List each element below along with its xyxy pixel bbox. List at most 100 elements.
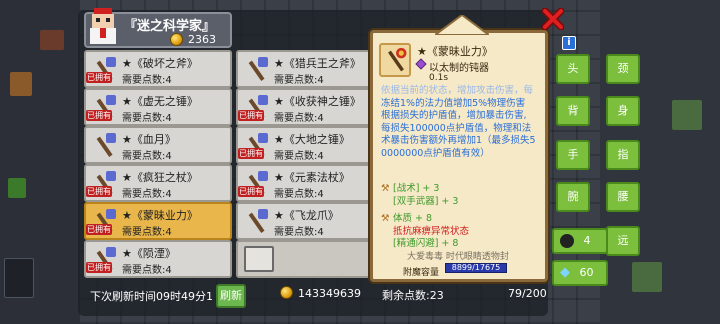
type-gem-icon bbox=[415, 58, 427, 70]
owned-badge: 已拥有 bbox=[86, 186, 112, 197]
background-tile-green bbox=[632, 262, 662, 292]
background-barrel bbox=[10, 72, 32, 96]
description-line: 根据损失的护盾值，增加暴击伤害, bbox=[381, 110, 527, 121]
item-requirement: 需要点数:4 bbox=[122, 113, 172, 124]
item-name: ★《虚无之锤》 bbox=[122, 95, 198, 108]
slot-neck[interactable]: 颈 bbox=[606, 54, 640, 84]
close-icon[interactable] bbox=[542, 8, 564, 30]
gem-count-box[interactable]: ◆ 60 bbox=[552, 260, 608, 286]
owned-badge: 已拥有 bbox=[86, 72, 112, 83]
item-requirement: 需要点数:4 bbox=[122, 265, 172, 276]
refresh-button[interactable]: 刷新 bbox=[216, 284, 246, 308]
item-tooltip: ★《蒙昧业力》 以太制的钝器 0.1s 依据当前的状态，增加攻击伤害，每 冻结1… bbox=[370, 15, 548, 282]
item-card[interactable]: ★《猎兵王之斧》 需要点数:4 bbox=[236, 50, 384, 88]
weapon-icon bbox=[88, 130, 120, 162]
item-card[interactable]: 已拥有 ★《破坏之斧》 需要点数:4 bbox=[84, 50, 232, 88]
slot-head[interactable]: 头 bbox=[556, 54, 590, 84]
item-requirement: 需要点数:4 bbox=[274, 113, 324, 124]
stat-line: 抵抗麻痹异常状态 bbox=[393, 225, 470, 237]
item-requirement: 需要点数:4 bbox=[122, 75, 172, 86]
sword-icon: ⚒ bbox=[381, 213, 390, 224]
empty-item-slot[interactable] bbox=[236, 240, 384, 278]
item-name: ★《猎兵王之斧》 bbox=[274, 57, 361, 70]
item-card[interactable]: 已拥有 ★《虚无之锤》 需要点数:4 bbox=[84, 88, 232, 126]
merchant-title: 『迷之科学家』 bbox=[124, 19, 216, 34]
tooltip-flavor-text: 大爱毒毒 时代眼睛透物封 bbox=[407, 252, 509, 262]
stat-line: ⚒ [战术] + 3 bbox=[381, 183, 440, 194]
description-line: 依据当前的状态，增加攻击伤害，每 bbox=[381, 85, 534, 96]
money-icon bbox=[280, 286, 293, 299]
item-requirement: 需要点数:4 bbox=[274, 189, 324, 200]
owned-badge: 已拥有 bbox=[86, 262, 112, 273]
tooltip-item-name: ★《蒙昧业力》 bbox=[417, 45, 493, 58]
tooltip-item-type: 以太制的钝器 bbox=[429, 63, 489, 74]
slot-hand[interactable]: 手 bbox=[556, 140, 590, 170]
enchant-capacity-value: 8899/17675 bbox=[451, 263, 501, 272]
tooltip-cooldown: 0.1s bbox=[429, 73, 449, 83]
item-name: ★《血月》 bbox=[122, 133, 176, 146]
owned-badge: 已拥有 bbox=[86, 110, 112, 121]
refresh-timer: 下次刷新时间09时49分1 bbox=[90, 290, 213, 303]
enchant-capacity-bar: 8899/17675 bbox=[445, 263, 507, 273]
slot-body[interactable]: 身 bbox=[606, 96, 640, 126]
item-card[interactable]: ★《血月》需要点数:4 bbox=[84, 126, 232, 164]
coin-count: 2363 bbox=[188, 33, 216, 46]
weapon-icon bbox=[240, 54, 272, 86]
capacity-count: 79/200 bbox=[508, 287, 547, 300]
item-requirement: 需要点数:4 bbox=[274, 75, 324, 86]
item-name: ★《元素法杖》 bbox=[274, 171, 350, 184]
gem-count: 60 bbox=[579, 266, 594, 279]
description-line: 冻结1%的法力值增加5%物理伤害 bbox=[381, 97, 526, 109]
description-line: 术暴击伤害额外再增加1（最多损失5 bbox=[381, 135, 536, 146]
owned-badge: 已拥有 bbox=[238, 148, 264, 159]
tooltip-stats: ⚒ [战术] + 3 [双手武器] + 3 ⚒ 体质 + 8 抵抗麻痹异常状态 [精… bbox=[381, 183, 543, 251]
empty-frame-icon bbox=[244, 246, 274, 272]
slot-ranged[interactable]: 远 bbox=[606, 226, 640, 256]
diamond-icon: ◆ bbox=[560, 265, 570, 280]
slot-finger[interactable]: 指 bbox=[606, 140, 640, 170]
owned-badge: 已拥有 bbox=[86, 224, 112, 235]
sword-icon: ⚒ bbox=[381, 183, 390, 194]
background-plant bbox=[8, 178, 26, 198]
enchant-capacity-label: 附魔容量 bbox=[403, 268, 440, 278]
stat-line: [双手武器] + 3 bbox=[393, 195, 459, 207]
owned-badge: 已拥有 bbox=[238, 110, 264, 121]
item-card[interactable]: 已拥有 ★《蒙昧业力》 需要点数:4 bbox=[84, 202, 232, 240]
item-card[interactable]: 已拥有 ★《收获神之锤》 需要点数:4 bbox=[236, 88, 384, 126]
item-requirement: 需要点数:4 bbox=[274, 227, 324, 238]
item-requirement: 需要点数:4 bbox=[122, 189, 172, 200]
item-name: ★《陨湮》 bbox=[122, 247, 176, 260]
coin-icon bbox=[170, 33, 183, 46]
slot-back[interactable]: 背 bbox=[556, 96, 590, 126]
item-name: ★《大地之锤》 bbox=[274, 133, 350, 146]
item-card[interactable]: ★《飞龙爪》 需要点数:4 bbox=[236, 202, 384, 240]
tooltip-description: 依据当前的状态，增加攻击伤害，每 冻结1%的法力值增加5%物理伤害 根据损失的护… bbox=[381, 85, 543, 160]
character-icon bbox=[560, 234, 574, 248]
remaining-points: 剩余点数:23 bbox=[382, 289, 444, 302]
weapon-icon bbox=[240, 206, 272, 238]
item-requirement: 需要点数:4 bbox=[122, 227, 172, 238]
item-card[interactable]: 已拥有 ★《陨湮》需要点数:4 bbox=[84, 240, 232, 278]
character-count-box[interactable]: 4 bbox=[552, 228, 608, 254]
item-card[interactable]: 已拥有 ★《大地之锤》 需要点数:4 bbox=[236, 126, 384, 164]
money-amount: 143349639 bbox=[298, 287, 361, 300]
tooltip-weapon-icon bbox=[379, 43, 411, 77]
info-icon[interactable]: i bbox=[562, 36, 576, 50]
item-card[interactable]: 已拥有 ★《元素法杖》 需要点数:4 bbox=[236, 164, 384, 202]
stat-line: ⚒ 体质 + 8 bbox=[381, 213, 433, 224]
item-name: ★《疯狂之杖》 bbox=[122, 171, 198, 184]
slot-wrist[interactable]: 腕 bbox=[556, 182, 590, 212]
background-tile-green bbox=[672, 100, 702, 130]
slot-waist[interactable]: 腰 bbox=[606, 182, 640, 212]
character-count: 4 bbox=[583, 234, 591, 247]
item-name: ★《蒙昧业力》 bbox=[122, 209, 198, 222]
item-card[interactable]: 已拥有 ★《疯狂之杖》 需要点数:4 bbox=[84, 164, 232, 202]
item-requirement: 需要点数:4 bbox=[274, 151, 324, 162]
item-requirement: 需要点数:4 bbox=[122, 151, 172, 162]
background-crate bbox=[40, 30, 64, 50]
item-name: ★《破坏之斧》 bbox=[122, 57, 198, 70]
scientist-avatar bbox=[90, 8, 116, 44]
item-name: ★《收获神之锤》 bbox=[274, 95, 361, 108]
tooltip-crest bbox=[435, 15, 489, 35]
description-line: 每损失100000点护盾值，物理和法 bbox=[381, 122, 532, 134]
